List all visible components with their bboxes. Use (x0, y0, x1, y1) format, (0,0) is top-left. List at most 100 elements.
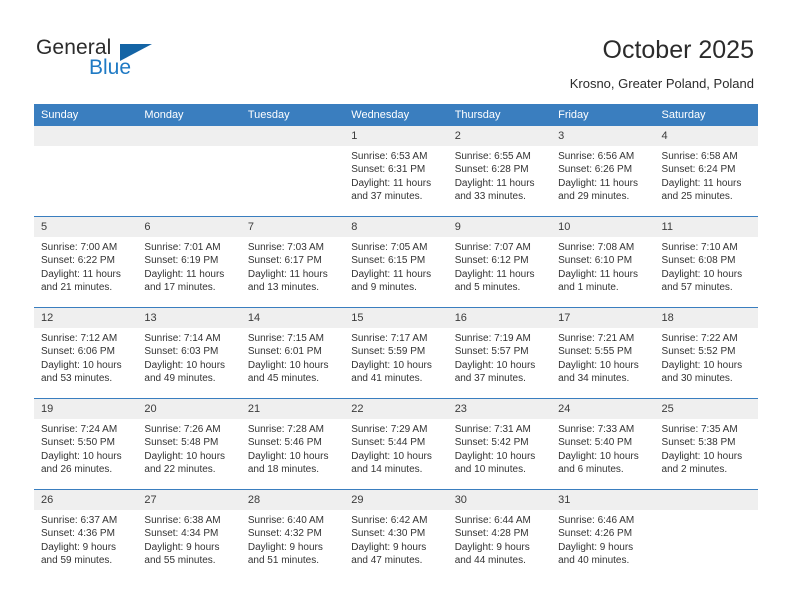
day-details: Sunrise: 7:01 AM Sunset: 6:19 PM Daylight:… (137, 237, 240, 295)
calendar-day-cell[interactable]: 9 Sunrise: 7:07 AM Sunset: 6:12 PM Daylight… (447, 216, 552, 308)
daylight-text: Daylight: 9 hours and 40 minutes. (558, 541, 634, 567)
calendar-day-cell[interactable]: 11 Sunrise: 7:10 AM Sunset: 6:08 PM Dayligh… (654, 216, 758, 308)
day-number: 19 (34, 399, 138, 419)
calendar-day-cell[interactable]: 24 Sunrise: 7:33 AM Sunset: 5:40 PM Dayligh… (551, 398, 655, 490)
day-details: Sunrise: 7:22 AM Sunset: 5:52 PM Daylight:… (655, 328, 758, 386)
calendar-day-cell[interactable]: 6 Sunrise: 7:01 AM Sunset: 6:19 PM Daylight… (137, 216, 241, 308)
daylight-text: Daylight: 9 hours and 59 minutes. (41, 541, 117, 567)
calendar-day-cell-empty (34, 126, 138, 217)
sunrise-text: Sunrise: 7:24 AM (41, 424, 118, 435)
calendar-day-cell[interactable]: 21 Sunrise: 7:28 AM Sunset: 5:46 PM Dayligh… (240, 398, 345, 490)
logo[interactable]: General Blue (36, 36, 216, 86)
day-number: 13 (137, 308, 241, 328)
day-details: Sunrise: 7:10 AM Sunset: 6:08 PM Daylight:… (655, 237, 758, 295)
daylight-text: Daylight: 10 hours and 18 minutes. (247, 450, 329, 476)
logo-text-blue: Blue (89, 56, 132, 79)
day-details: Sunrise: 7:35 AM Sunset: 5:38 PM Daylight:… (655, 419, 758, 477)
day-number: 7 (240, 217, 345, 237)
sunset-text: Sunset: 4:36 PM (41, 528, 115, 540)
daylight-text: Daylight: 10 hours and 14 minutes. (351, 450, 432, 476)
day-number (654, 490, 758, 510)
calendar-day-cell[interactable]: 17 Sunrise: 7:21 AM Sunset: 5:55 PM Dayligh… (551, 307, 655, 399)
sunrise-text: Sunrise: 7:07 AM (454, 242, 531, 253)
day-details: Sunrise: 7:14 AM Sunset: 6:03 PM Daylight:… (137, 328, 240, 386)
day-number: 5 (34, 217, 138, 237)
calendar-day-cell[interactable]: 19 Sunrise: 7:24 AM Sunset: 5:50 PM Dayligh… (34, 398, 138, 490)
calendar-day-cell[interactable]: 8 Sunrise: 7:05 AM Sunset: 6:15 PM Daylight… (344, 216, 448, 308)
day-number: 27 (137, 490, 241, 510)
calendar-day-cell[interactable]: 2 Sunrise: 6:55 AM Sunset: 6:28 PM Daylight… (447, 126, 552, 217)
weekday-header-wednesday: Wednesday (344, 104, 448, 126)
sunrise-text: Sunrise: 6:42 AM (351, 515, 428, 526)
calendar-day-cell[interactable]: 13 Sunrise: 7:14 AM Sunset: 6:03 PM Dayligh… (137, 307, 241, 399)
sunrise-text: Sunrise: 7:17 AM (351, 333, 428, 344)
daylight-text: Daylight: 10 hours and 6 minutes. (558, 450, 639, 476)
daylight-text: Daylight: 11 hours and 9 minutes. (351, 268, 432, 294)
day-details: Sunrise: 6:42 AM Sunset: 4:30 PM Daylight:… (344, 510, 447, 568)
page-title: October 2025 (602, 36, 755, 64)
calendar-day-cell[interactable]: 3 Sunrise: 6:56 AM Sunset: 6:26 PM Daylight… (551, 126, 655, 217)
calendar-day-cell[interactable]: 16 Sunrise: 7:19 AM Sunset: 5:57 PM Dayligh… (447, 307, 552, 399)
calendar-day-cell[interactable]: 26 Sunrise: 6:37 AM Sunset: 4:36 PM Dayligh… (34, 489, 138, 580)
day-number: 12 (34, 308, 138, 328)
sunrise-text: Sunrise: 7:15 AM (247, 333, 324, 344)
sunset-text: Sunset: 4:26 PM (558, 528, 633, 540)
sunset-text: Sunset: 5:44 PM (351, 437, 426, 449)
calendar-day-cell[interactable]: 29 Sunrise: 6:42 AM Sunset: 4:30 PM Dayligh… (344, 489, 448, 580)
calendar-day-cell[interactable]: 18 Sunrise: 7:22 AM Sunset: 5:52 PM Dayligh… (654, 307, 758, 399)
page-subtitle: Krosno, Greater Poland, Poland (569, 76, 754, 91)
calendar-day-cell-empty (137, 126, 241, 217)
day-number: 6 (137, 217, 241, 237)
sunrise-text: Sunrise: 7:08 AM (558, 242, 635, 253)
sunrise-text: Sunrise: 6:40 AM (247, 515, 324, 526)
calendar-day-cell[interactable]: 30 Sunrise: 6:44 AM Sunset: 4:28 PM Dayligh… (447, 489, 552, 580)
sunset-text: Sunset: 6:24 PM (661, 164, 736, 176)
day-details: Sunrise: 7:31 AM Sunset: 5:42 PM Daylight:… (448, 419, 551, 477)
day-number (34, 126, 138, 146)
calendar-day-cell[interactable]: 7 Sunrise: 7:03 AM Sunset: 6:17 PM Daylight… (240, 216, 345, 308)
day-details: Sunrise: 7:03 AM Sunset: 6:17 PM Daylight:… (241, 237, 344, 295)
calendar-day-cell[interactable]: 1 Sunrise: 6:53 AM Sunset: 6:31 PM Daylight… (344, 126, 448, 217)
calendar-week-row: 26 Sunrise: 6:37 AM Sunset: 4:36 PM Dayligh… (34, 489, 758, 580)
daylight-text: Daylight: 10 hours and 2 minutes. (661, 450, 743, 476)
sunset-text: Sunset: 5:57 PM (454, 346, 529, 358)
calendar-day-cell[interactable]: 25 Sunrise: 7:35 AM Sunset: 5:38 PM Dayligh… (654, 398, 758, 490)
calendar-day-cell[interactable]: 5 Sunrise: 7:00 AM Sunset: 6:22 PM Daylight… (34, 216, 138, 308)
calendar-day-cell[interactable]: 28 Sunrise: 6:40 AM Sunset: 4:32 PM Dayligh… (240, 489, 345, 580)
calendar-day-cell[interactable]: 20 Sunrise: 7:26 AM Sunset: 5:48 PM Dayligh… (137, 398, 241, 490)
sunset-text: Sunset: 6:08 PM (661, 255, 736, 267)
sunset-text: Sunset: 5:40 PM (558, 437, 633, 449)
calendar-day-cell[interactable]: 31 Sunrise: 6:46 AM Sunset: 4:26 PM Dayligh… (551, 489, 655, 580)
sunset-text: Sunset: 5:55 PM (558, 346, 633, 358)
calendar-grid: Sunday Monday Tuesday Wednesday Thursday Frid… (34, 104, 758, 580)
sunrise-text: Sunrise: 7:21 AM (558, 333, 635, 344)
sunset-text: Sunset: 6:31 PM (351, 164, 426, 176)
sunrise-text: Sunrise: 7:28 AM (247, 424, 324, 435)
day-number: 21 (240, 399, 345, 419)
day-number: 3 (551, 126, 655, 146)
daylight-text: Daylight: 11 hours and 13 minutes. (247, 268, 328, 294)
calendar-day-cell[interactable]: 14 Sunrise: 7:15 AM Sunset: 6:01 PM Dayligh… (240, 307, 345, 399)
calendar-day-cell[interactable]: 15 Sunrise: 7:17 AM Sunset: 5:59 PM Dayligh… (344, 307, 448, 399)
day-number (240, 126, 345, 146)
calendar-day-cell[interactable]: 10 Sunrise: 7:08 AM Sunset: 6:10 PM Dayligh… (551, 216, 655, 308)
day-details: Sunrise: 7:07 AM Sunset: 6:12 PM Daylight:… (448, 237, 551, 295)
sunrise-text: Sunrise: 6:58 AM (661, 151, 738, 162)
day-details: Sunrise: 7:05 AM Sunset: 6:15 PM Daylight:… (344, 237, 447, 295)
sunset-text: Sunset: 4:34 PM (144, 528, 219, 540)
calendar-day-cell[interactable]: 4 Sunrise: 6:58 AM Sunset: 6:24 PM Daylight… (654, 126, 758, 217)
weekday-header-friday: Friday (551, 104, 655, 126)
day-details: Sunrise: 7:17 AM Sunset: 5:59 PM Daylight:… (344, 328, 447, 386)
calendar-day-cell[interactable]: 22 Sunrise: 7:29 AM Sunset: 5:44 PM Dayligh… (344, 398, 448, 490)
sunset-text: Sunset: 5:50 PM (41, 437, 115, 449)
daylight-text: Daylight: 11 hours and 25 minutes. (661, 177, 742, 203)
sunrise-text: Sunrise: 7:31 AM (454, 424, 531, 435)
calendar-day-cell[interactable]: 27 Sunrise: 6:38 AM Sunset: 4:34 PM Dayligh… (137, 489, 241, 580)
day-details: Sunrise: 7:29 AM Sunset: 5:44 PM Daylight:… (344, 419, 447, 477)
calendar-day-cell[interactable]: 23 Sunrise: 7:31 AM Sunset: 5:42 PM Dayligh… (447, 398, 552, 490)
sunset-text: Sunset: 6:06 PM (41, 346, 115, 358)
day-number: 14 (240, 308, 345, 328)
daylight-text: Daylight: 11 hours and 1 minute. (558, 268, 638, 294)
day-details: Sunrise: 6:38 AM Sunset: 4:34 PM Daylight:… (137, 510, 240, 568)
calendar-day-cell[interactable]: 12 Sunrise: 7:12 AM Sunset: 6:06 PM Dayligh… (34, 307, 138, 399)
